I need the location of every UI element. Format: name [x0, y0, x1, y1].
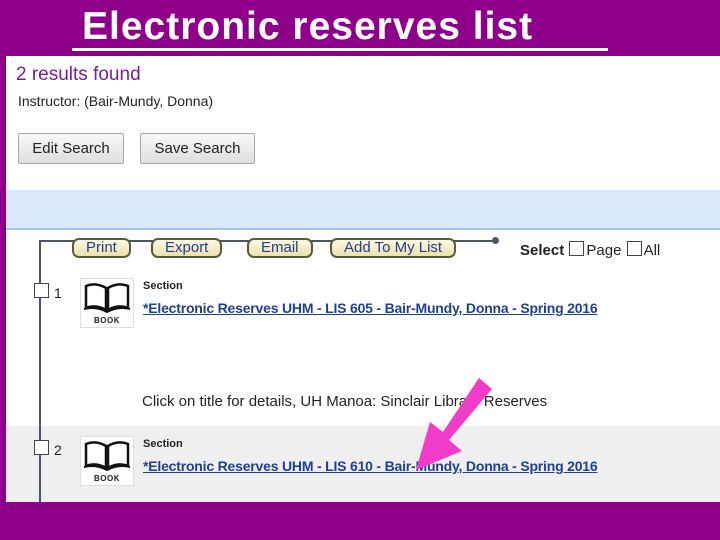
- pink-pointer-arrow: [416, 378, 492, 470]
- slide-footer-bar: [0, 502, 720, 540]
